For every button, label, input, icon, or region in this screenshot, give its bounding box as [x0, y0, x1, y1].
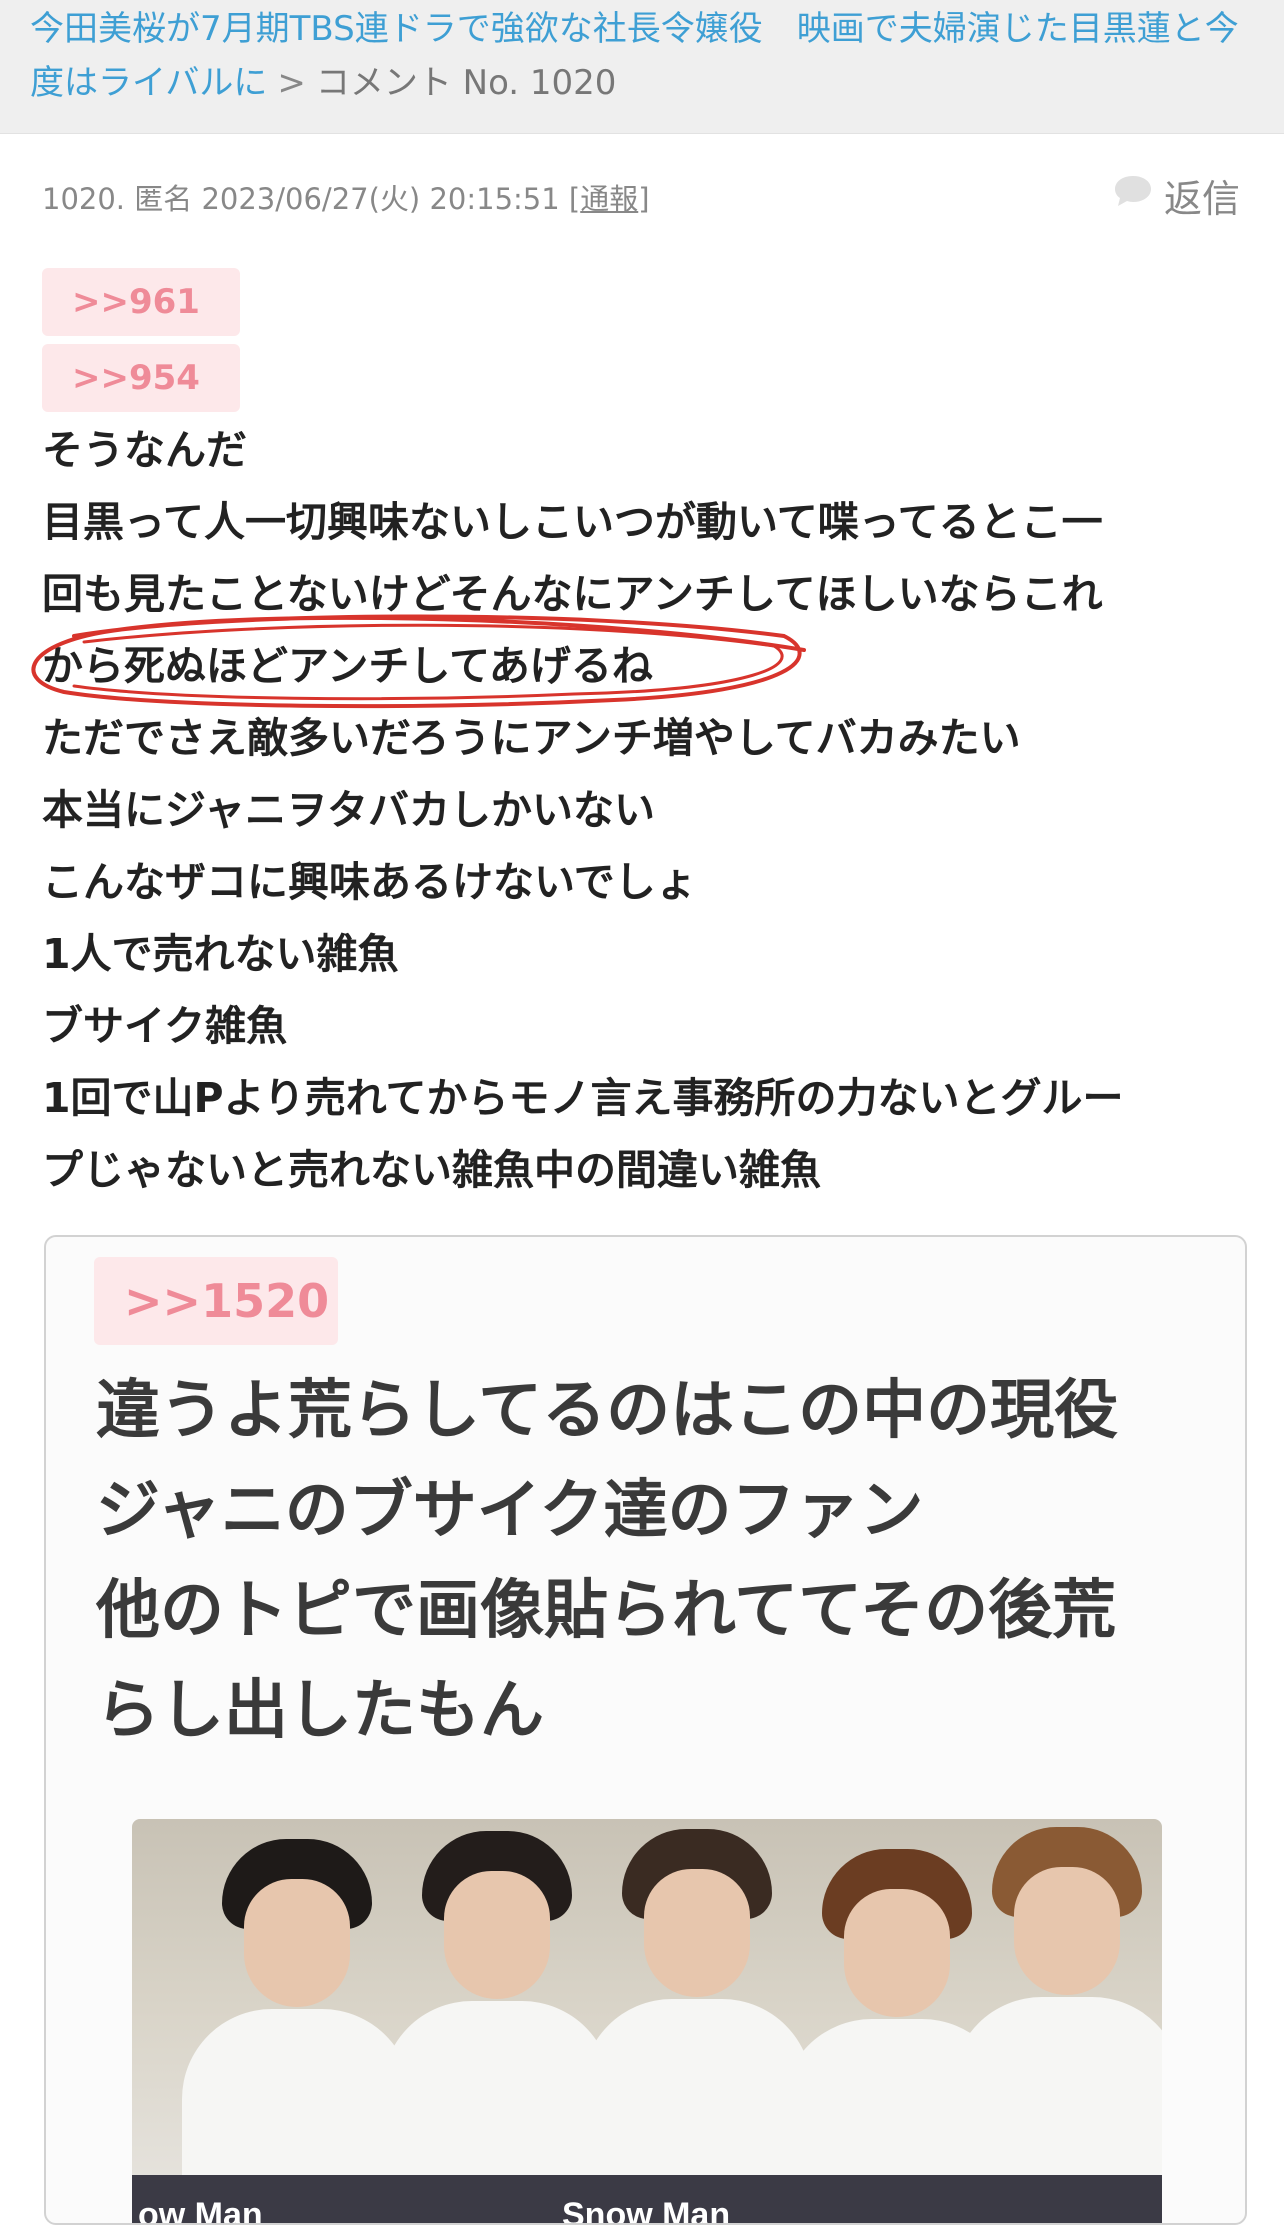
comment-body: そうなんだ 目黒って人一切興味ないしこいつが動いて喋ってるとこ一 回も見たことな… [42, 414, 1262, 1206]
speech-bubble-icon [1112, 173, 1154, 218]
group-photo: ow Man Snow Man [132, 1819, 1162, 2225]
comment-line: 1人で売れない雑魚 [42, 930, 399, 978]
comment-line: 目黒って人一切興味ないしこいつが動いて喋ってるとこ一 [42, 498, 1103, 546]
quoted-line: 他のトピで画像貼られててその後荒 [96, 1574, 1117, 1648]
comment-number-label: コメント No. 1020 [315, 63, 617, 103]
logo-banner: ow Man Snow Man [132, 2175, 1162, 2225]
quoted-anchor: >>1520 [94, 1257, 338, 1345]
quoted-line: ジャニのブサイク達のファン [96, 1474, 924, 1548]
comment-line: こんなザコに興味あるけないでしょ [42, 858, 697, 906]
comment-line: プじゃないと売れない雑魚中の間違い雑魚 [42, 1146, 821, 1194]
comment-line: そうなんだ [42, 426, 247, 474]
banner-text: Snow Man [562, 2196, 731, 2225]
banner-text: ow Man [138, 2196, 263, 2225]
reply-button[interactable]: 返信 [1112, 168, 1240, 223]
quoted-image-card[interactable]: >>1520 違うよ荒らしてるのはこの中の現役 ジャニのブサイク達のファン 他の… [44, 1235, 1247, 2225]
reply-anchor-link[interactable]: >>954 [42, 344, 240, 412]
comment-line: 本当にジャニヲタバカしかいない [42, 786, 655, 834]
breadcrumb-separator: > [277, 63, 306, 103]
quoted-line: らし出したもん [96, 1674, 544, 1748]
comment-meta-close: ] [638, 182, 650, 216]
topic-title-link[interactable]: 今田美桜が7月期TBS連ドラで強欲な社長令嬢役 映画で夫婦演じた目黒蓮と今度はラ… [30, 9, 1239, 103]
comment-line: 1回で山Pより売れてからモノ言え事務所の力ないとグルー [42, 1074, 1124, 1122]
quoted-line: 違うよ荒らしてるのはこの中の現役 [96, 1374, 1119, 1448]
red-circle-annotation [31, 614, 806, 709]
comment-meta: 1020. 匿名 2023/06/27(火) 20:15:51 [通報] [42, 176, 650, 218]
reply-anchor-link[interactable]: >>961 [42, 268, 240, 336]
comment-meta-text: 1020. 匿名 2023/06/27(火) 20:15:51 [ [42, 182, 581, 216]
reply-label: 返信 [1163, 177, 1240, 221]
comment-line: ブサイク雑魚 [42, 1002, 288, 1050]
report-link[interactable]: 通報 [580, 182, 638, 216]
quoted-text: 違うよ荒らしてるのはこの中の現役 ジャニのブサイク達のファン 他のトピで画像貼ら… [96, 1361, 1118, 1761]
topic-header: 今田美桜が7月期TBS連ドラで強欲な社長令嬢役 映画で夫婦演じた目黒蓮と今度はラ… [0, 0, 1284, 134]
